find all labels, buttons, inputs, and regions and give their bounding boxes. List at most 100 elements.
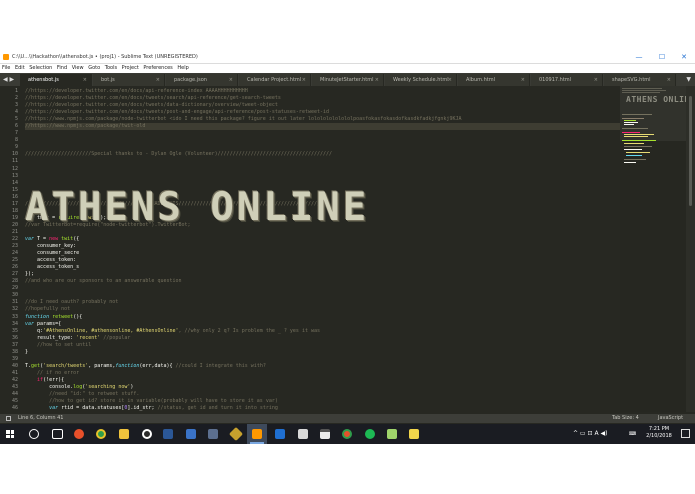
minimap[interactable]: ATHENS ONLINE: [620, 86, 686, 412]
line-number: 10: [11, 151, 18, 158]
network-app-icon[interactable]: [208, 429, 218, 439]
menu-view[interactable]: View: [72, 65, 84, 71]
syntax-selector[interactable]: JavaScript: [658, 414, 683, 423]
menu-tools[interactable]: Tools: [105, 65, 117, 71]
line-number: 46: [11, 405, 18, 412]
sublime-window: C:\\U...\\Hackathon\\athensbot.js • (pro…: [0, 52, 695, 442]
code-line: console.log('searching now'): [25, 383, 134, 390]
line-number: 3: [14, 102, 18, 109]
sublime-text-taskbar-icon[interactable]: [252, 429, 262, 439]
code-line: //https://developer.twitter.com/en/docs/…: [25, 102, 278, 109]
app-icon[interactable]: [186, 429, 196, 439]
firefox-icon[interactable]: [74, 429, 84, 439]
line-number: 1: [14, 88, 18, 94]
system-tray[interactable]: ^ ▭ ⊡ A ◀): [573, 424, 607, 444]
calendar-icon[interactable]: [320, 429, 330, 439]
line-number: 39: [11, 355, 18, 362]
clock[interactable]: 7:21 PM 2/10/2018: [641, 426, 677, 440]
tab-label: package.json: [174, 77, 207, 83]
line-number: 7: [14, 130, 18, 137]
close-tab-icon[interactable]: ×: [156, 74, 160, 86]
line-number: 16: [11, 193, 18, 200]
minimap-line: [622, 90, 666, 91]
minimize-button[interactable]: —: [628, 52, 650, 63]
minimap-line: [622, 118, 644, 119]
line-number: 30: [11, 292, 18, 299]
tab-minutejetstarter[interactable]: MinuteJetStarter.html ×: [312, 74, 384, 86]
media-player-icon[interactable]: [142, 429, 152, 439]
code-line: //hopefully not: [25, 306, 71, 313]
scrollbar-thumb[interactable]: [689, 96, 692, 206]
minimap-line: [622, 140, 656, 141]
close-tab-icon[interactable]: ×: [302, 74, 306, 86]
app-icon-green[interactable]: [387, 429, 397, 439]
tab-calendar-project[interactable]: Calendar Project.html ×: [239, 74, 311, 86]
maximize-button[interactable]: ☐: [651, 52, 673, 63]
line-number: 32: [11, 306, 18, 313]
remote-app-icon[interactable]: [275, 429, 285, 439]
minimap-line: [622, 128, 648, 129]
line-number: 18: [11, 207, 18, 214]
spotify-icon[interactable]: [365, 429, 375, 439]
tab-010917[interactable]: 010917.html ×: [531, 74, 603, 86]
close-tab-icon[interactable]: ×: [229, 74, 233, 86]
menu-preferences[interactable]: Preferences: [143, 65, 172, 71]
close-tab-icon[interactable]: ×: [375, 74, 379, 86]
line-number: 37: [11, 341, 18, 348]
tab-album[interactable]: Album.html ×: [458, 74, 530, 86]
line-number: 33: [11, 313, 18, 320]
notepad-icon[interactable]: [298, 429, 308, 439]
minimap-line: [622, 132, 640, 133]
gem-app-icon[interactable]: [228, 426, 244, 442]
tab-scroll-arrows[interactable]: ◀ ▶: [3, 73, 19, 86]
minimap-line: [624, 120, 636, 121]
tab-size-selector[interactable]: Tab Size: 4: [612, 414, 639, 423]
word-icon[interactable]: [163, 429, 173, 439]
line-number: 8: [14, 137, 18, 144]
line-number: 6: [14, 123, 18, 130]
close-tab-icon[interactable]: ×: [594, 74, 598, 86]
close-tab-icon[interactable]: ×: [448, 74, 452, 86]
search-icon[interactable]: [29, 429, 39, 439]
menu-project[interactable]: Project: [122, 65, 139, 71]
tab-label: Weekly Schedule.html: [393, 77, 449, 83]
title-bar: C:\\U...\\Hackathon\\athensbot.js • (pro…: [0, 52, 695, 64]
panel-toggle-icon[interactable]: [6, 416, 11, 421]
menu-selection[interactable]: Selection: [29, 65, 52, 71]
task-view-icon[interactable]: [52, 429, 63, 439]
close-tab-icon[interactable]: ×: [83, 74, 87, 86]
menu-find[interactable]: Find: [57, 65, 67, 71]
tab-dropdown-icon[interactable]: ▼: [686, 73, 691, 86]
chrome-icon[interactable]: [96, 429, 106, 439]
menu-edit[interactable]: Edit: [15, 65, 25, 71]
line-number: 27: [11, 271, 18, 278]
close-tab-icon[interactable]: ×: [667, 74, 671, 86]
minimap-line: [624, 122, 638, 123]
line-number: 29: [11, 285, 18, 292]
start-button[interactable]: [0, 424, 20, 444]
tab-package-json[interactable]: package.json ×: [166, 74, 238, 86]
close-button[interactable]: ✕: [673, 52, 695, 63]
file-explorer-icon[interactable]: [119, 429, 129, 439]
tab-athensbot-js[interactable]: athensbot.js ×: [20, 74, 92, 86]
action-center-icon[interactable]: [681, 429, 690, 438]
chrome-canary-icon[interactable]: [342, 429, 352, 439]
line-number-gutter: 1 2 3 4 5 6 7 8 9 10 11 12 13 14 15 16 1…: [0, 88, 18, 412]
code-line-banner: [25, 173, 620, 180]
code-line: });: [25, 271, 35, 278]
menu-file[interactable]: File: [2, 65, 10, 71]
code-editor[interactable]: 1 2 3 4 5 6 7 8 9 10 11 12 13 14 15 16 1…: [0, 86, 620, 412]
keyboard-language-icon[interactable]: ⌨: [629, 424, 636, 444]
line-number: 41: [11, 369, 18, 376]
sticky-notes-icon[interactable]: [409, 429, 419, 439]
tab-shapesvg[interactable]: shapeSVG.html ×: [604, 74, 676, 86]
menu-help[interactable]: Help: [177, 65, 188, 71]
code-line: function retweet(){: [25, 313, 83, 320]
code-line-banner: [25, 166, 620, 173]
tab-weekly-schedule[interactable]: Weekly Schedule.html ×: [385, 74, 457, 86]
menu-goto[interactable]: Goto: [88, 65, 100, 71]
vertical-scrollbar[interactable]: [686, 86, 695, 412]
tab-bot-js[interactable]: bot.js ×: [93, 74, 165, 86]
close-tab-icon[interactable]: ×: [521, 74, 525, 86]
